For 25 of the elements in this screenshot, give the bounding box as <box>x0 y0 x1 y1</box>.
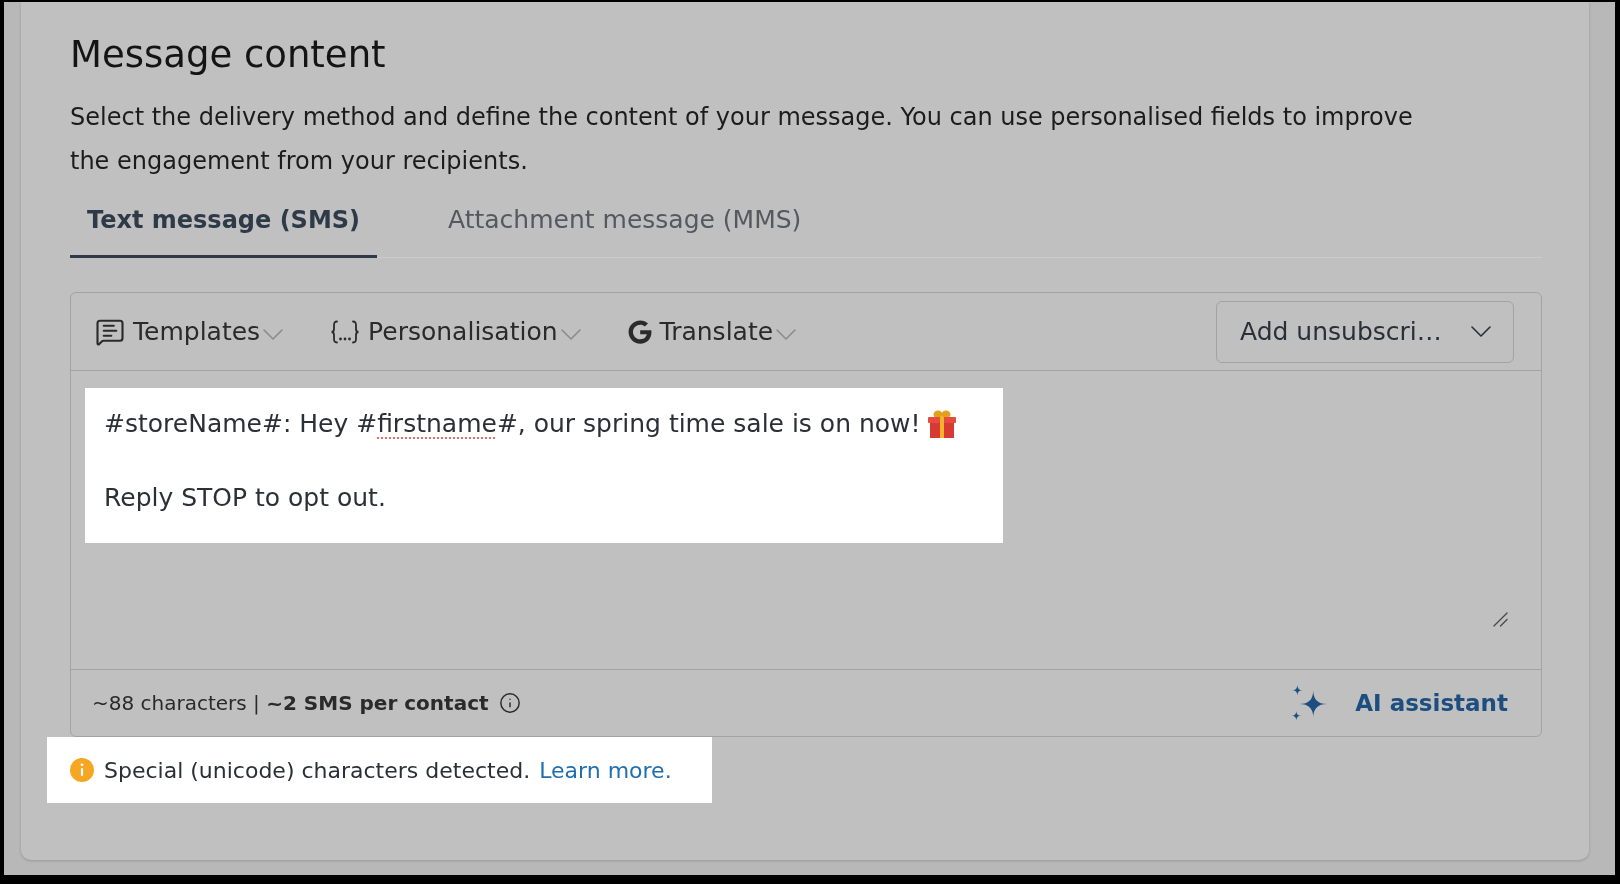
notice-text: Special (unicode) characters detected. <box>104 756 531 785</box>
toolbar-menu-button[interactable]: Translate <box>627 315 797 348</box>
message-text: #storeName#: Hey #firstname#, our spring time sale is on now! <box>104 408 921 440</box>
resize-handle-icon[interactable] <box>1493 612 1508 627</box>
g-logo-icon <box>627 319 652 344</box>
chevron-down-icon <box>1471 326 1491 337</box>
toolbar-menu-button[interactable]: Personalisation <box>330 315 581 348</box>
chevron-down-icon <box>560 329 581 340</box>
tab[interactable]: Text message (SMS) <box>70 205 378 258</box>
chevron-down-icon <box>263 329 284 340</box>
learn-more-link[interactable]: Learn more. <box>539 753 672 787</box>
toolbar-menu-button[interactable]: Templates <box>95 315 284 348</box>
unsubscribe-select[interactable]: Add unsubscri… <box>1216 300 1514 363</box>
gift-icon <box>927 409 956 438</box>
ai-assistant-button[interactable]: AI assistant <box>1291 685 1508 721</box>
message-field[interactable]: #storeName#: Hey #firstname#, our spring time sale is on now! Reply STOP to opt out. <box>71 371 1541 669</box>
section-description: Select the delivery method and define the content of your message. You can use personalised fields to improve the engagement from your recipients. <box>70 102 1414 177</box>
info-icon[interactable] <box>498 692 521 714</box>
braces-icon <box>330 319 361 344</box>
message-text: Reply STOP to opt out. <box>104 482 386 514</box>
chevron-down-icon <box>776 329 797 340</box>
info-icon <box>70 758 94 782</box>
section-title: Message content <box>70 33 387 77</box>
tab[interactable]: Attachment message (MMS) <box>431 205 819 258</box>
character-count-text: ~88 characters | ~2 SMS per contact <box>92 690 489 717</box>
